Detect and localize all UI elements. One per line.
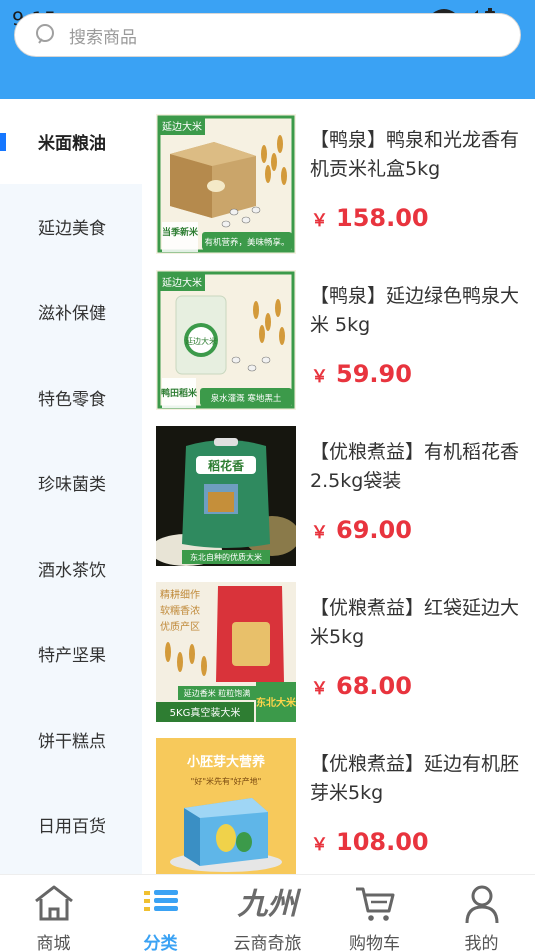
sidebar-item-health[interactable]: 滋补保健 — [0, 269, 142, 354]
product-card[interactable]: 小胚芽大营养 "好"米先有"好产地" 【优粮煮益】延边有机胚芽米5kg ￥ 108… — [156, 738, 526, 874]
currency-symbol: ￥ — [311, 523, 328, 543]
tab-label: 分类 — [143, 934, 178, 951]
sidebar-item-label: 特产坚果 — [38, 646, 106, 666]
sidebar-item-label: 延边美食 — [38, 219, 106, 239]
image-subline: "好"米先有"好产地" — [191, 776, 262, 786]
image-strip-text: 延边香米 粒粒饱满 — [184, 688, 251, 698]
image-caption: 东北自种的优质大米 — [190, 552, 262, 562]
image-bottom-text: 5KG真空装大米 — [170, 706, 241, 719]
product-title: 【优粮煮益】有机稻花香 2.5kg袋装 — [310, 441, 520, 492]
price-amount: 59.90 — [336, 360, 412, 388]
image-tag: 延边大米 — [162, 120, 202, 133]
product-list: 延边大米 当季新米 有机营养，美味畅享。 【鸭泉】鸭泉和光龙香有机贡米礼盒5kg — [142, 99, 535, 874]
jiuzhou-logo-icon: 九州 — [237, 887, 298, 922]
tab-label: 云商奇旅 — [233, 934, 302, 951]
category-sidebar: 米面粮油 延边美食 滋补保健 特色零食 珍味菌类 酒水茶饮 特产坚果 饼干糕点 … — [0, 99, 142, 874]
image-right-badge: 有机营养，美味畅享。 — [204, 237, 289, 248]
tab-label: 购物车 — [349, 934, 400, 951]
product-price: ￥ 59.90 — [311, 360, 412, 388]
price-amount: 68.00 — [336, 672, 412, 700]
image-left-badge: 当季新米 — [162, 226, 199, 238]
product-price: ￥ 108.00 — [311, 828, 429, 856]
category-list-icon — [143, 890, 178, 911]
search-icon — [36, 24, 54, 44]
product-card[interactable]: 延边大米 当季新米 有机营养，美味畅享。 【鸭泉】鸭泉和光龙香有机贡米礼盒5kg — [156, 114, 526, 254]
tab-mall[interactable]: 商城 — [0, 875, 107, 951]
image-bag-label: 延边大米 — [185, 336, 217, 346]
image-bag-label: 稻花香 — [208, 458, 244, 473]
price-amount: 158.00 — [336, 204, 429, 232]
product-price: ￥ 69.00 — [311, 516, 412, 544]
product-title: 【鸭泉】延边绿色鸭泉大米 5kg — [310, 285, 520, 336]
sidebar-item-label: 特色零食 — [38, 390, 106, 410]
sidebar-item-label: 滋补保健 — [38, 304, 106, 324]
product-image: 小胚芽大营养 "好"米先有"好产地" — [156, 738, 296, 874]
image-corner-text: 东北大米 — [256, 696, 296, 709]
sidebar-item-mushrooms[interactable]: 珍味菌类 — [0, 440, 142, 525]
image-tag: 延边大米 — [162, 276, 202, 289]
user-icon — [465, 885, 498, 924]
search-input[interactable]: 搜索商品 — [14, 13, 521, 57]
sidebar-item-label: 米面粮油 — [38, 134, 106, 154]
product-image: 延边大米 延边大米 鸭田稻米 泉水灌溉 寒地黑土 — [156, 270, 296, 410]
sidebar-item-label: 饼干糕点 — [38, 732, 106, 752]
home-icon — [34, 885, 73, 921]
sidebar-item-rice-flour-oil[interactable]: 米面粮油 — [0, 99, 142, 184]
image-headline: 小胚芽大营养 — [187, 754, 266, 770]
search-placeholder: 搜索商品 — [69, 27, 137, 48]
sidebar-item-snacks[interactable]: 特色零食 — [0, 355, 142, 440]
sidebar-item-label: 酒水茶饮 — [38, 561, 106, 581]
product-image: 延边大米 当季新米 有机营养，美味畅享。 — [156, 114, 296, 254]
tab-category[interactable]: 分类 — [107, 875, 214, 951]
header: 9:15 搜索商品 — [0, 0, 535, 99]
currency-symbol: ￥ — [311, 679, 328, 699]
product-image: 稻花香 东北自种的优质大米 — [156, 426, 296, 566]
image-side-text-1: 精耕细作 — [160, 588, 200, 601]
tab-cart[interactable]: 购物车 — [321, 875, 428, 951]
sidebar-item-yanbian-food[interactable]: 延边美食 — [0, 184, 142, 269]
product-title: 【优粮煮益】延边有机胚芽米5kg — [310, 753, 520, 804]
product-price: ￥ 158.00 — [311, 204, 429, 232]
sidebar-item-biscuits[interactable]: 饼干糕点 — [0, 697, 142, 782]
currency-symbol: ￥ — [311, 211, 328, 231]
product-card[interactable]: 稻花香 东北自种的优质大米 【优粮煮益】有机稻花香 2.5kg袋装 ￥ 69.00 — [156, 426, 526, 566]
product-price: ￥ 68.00 — [311, 672, 412, 700]
product-title: 【优粮煮益】红袋延边大米5kg — [310, 597, 520, 648]
product-image: 精耕细作 软糯香浓 优质产区 延边香米 粒粒饱满 5KG真空装大米 东北大米 — [156, 582, 296, 722]
sidebar-item-daily-goods[interactable]: 日用百货 — [0, 782, 142, 867]
tab-label: 商城 — [36, 934, 71, 951]
tab-cloud-travel[interactable]: 九州 云商奇旅 — [214, 875, 321, 951]
tab-label: 我的 — [464, 934, 499, 951]
product-card[interactable]: 延边大米 延边大米 鸭田稻米 泉水灌溉 寒地黑土 【鸭泉】延边绿色鸭泉大米 5k… — [156, 270, 526, 410]
sidebar-item-drinks[interactable]: 酒水茶饮 — [0, 526, 142, 611]
active-indicator — [0, 133, 6, 151]
image-left-badge: 鸭田稻米 — [161, 387, 198, 399]
sidebar-item-nuts[interactable]: 特产坚果 — [0, 611, 142, 696]
cart-icon — [355, 887, 394, 921]
currency-symbol: ￥ — [311, 367, 328, 387]
price-amount: 69.00 — [336, 516, 412, 544]
currency-symbol: ￥ — [311, 835, 328, 855]
sidebar-item-label: 日用百货 — [38, 817, 106, 837]
tab-me[interactable]: 我的 — [428, 875, 535, 951]
image-side-text-2: 软糯香浓 — [160, 604, 200, 617]
image-right-badge: 泉水灌溉 寒地黑土 — [211, 393, 282, 404]
sidebar-item-label: 珍味菌类 — [38, 475, 106, 495]
image-side-text-3: 优质产区 — [160, 620, 200, 633]
price-amount: 108.00 — [336, 828, 429, 856]
bottom-tab-bar: 商城 分类 九州 云商奇旅 购物车 我的 — [0, 874, 535, 951]
product-card[interactable]: 精耕细作 软糯香浓 优质产区 延边香米 粒粒饱满 5KG真空装大米 东北大米 【… — [156, 582, 526, 722]
product-title: 【鸭泉】鸭泉和光龙香有机贡米礼盒5kg — [310, 129, 520, 180]
